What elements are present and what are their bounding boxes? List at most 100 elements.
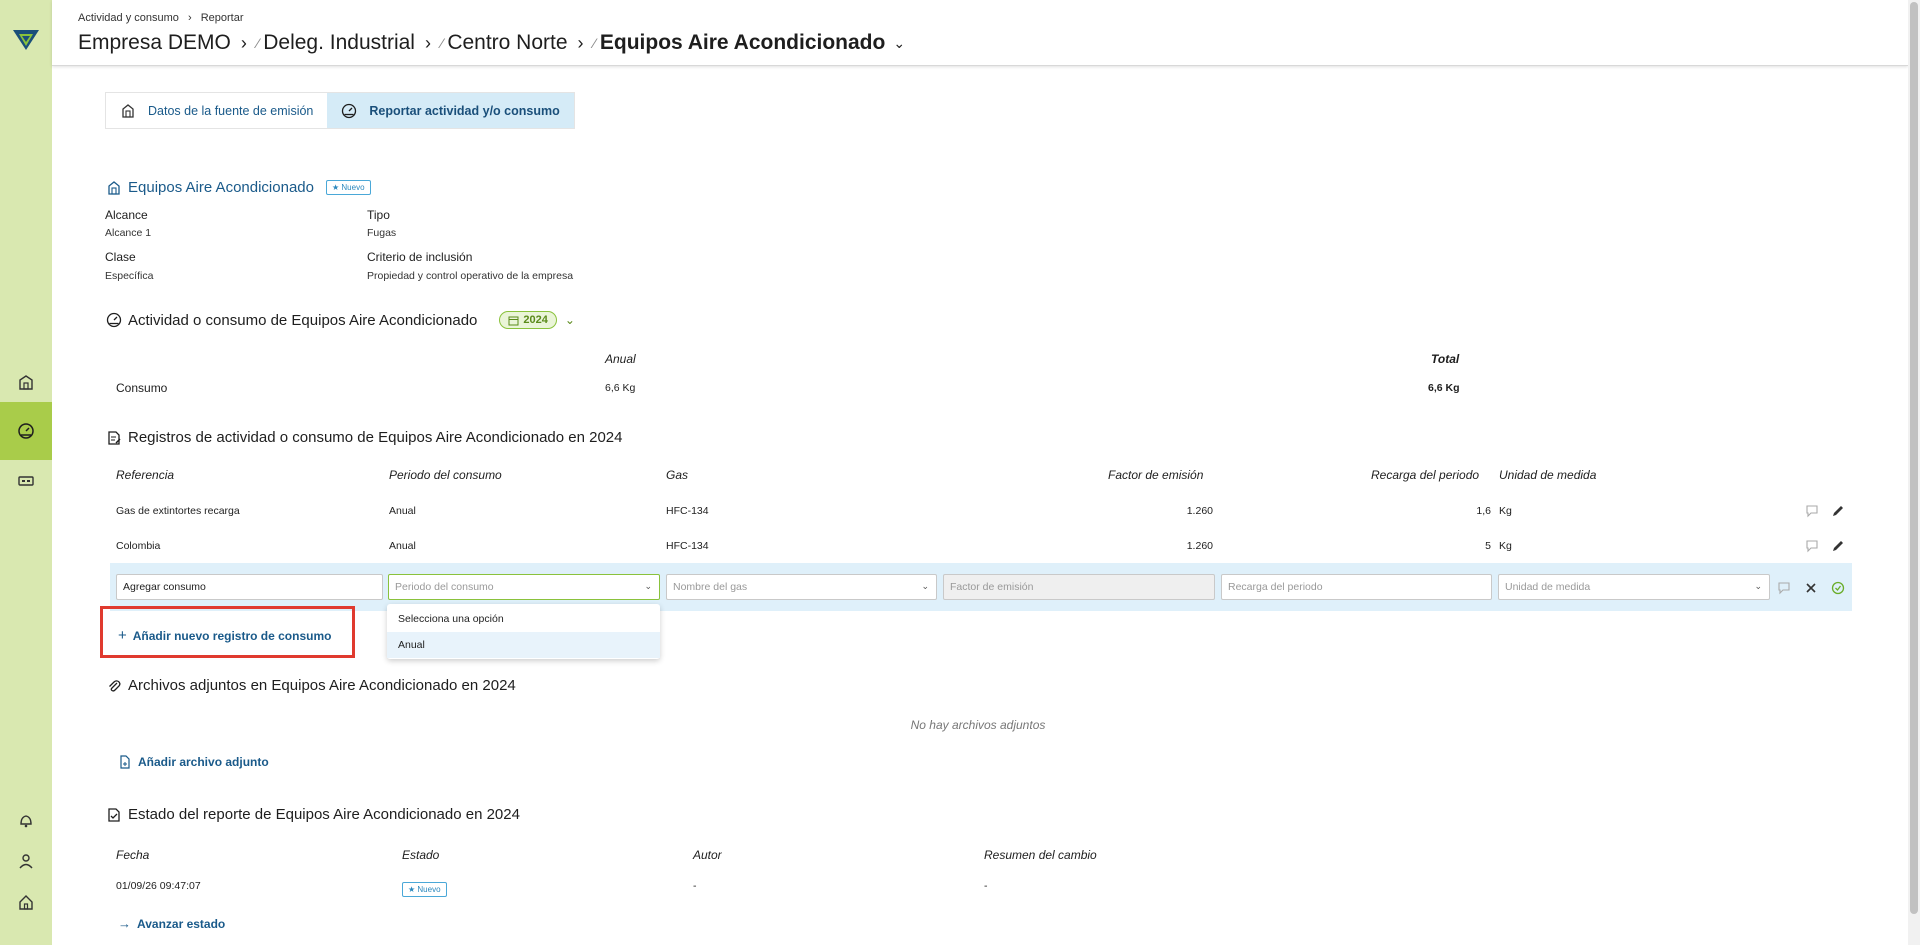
- year-value: 2024: [523, 314, 548, 326]
- status-title: Estado del reporte de Equipos Aire Acond…: [106, 806, 520, 823]
- alcance-value: Alcance 1: [105, 227, 152, 239]
- status-author: -: [693, 880, 697, 892]
- page-scrollbar[interactable]: [1908, 0, 1920, 945]
- records-title-text: Registros de actividad o consumo de Equi…: [128, 429, 623, 446]
- record-ref: Colombia: [116, 540, 161, 552]
- calendar-icon: [508, 316, 519, 325]
- pencil-icon[interactable]: [1831, 539, 1845, 553]
- gas-select[interactable]: Nombre del gas ⌄: [666, 574, 937, 600]
- unit-select[interactable]: Unidad de medida ⌄: [1498, 574, 1770, 600]
- bell-icon[interactable]: [0, 802, 52, 838]
- anual-value: 6,6 Kg: [605, 382, 636, 394]
- breadcrumb-small: Actividad y consumo › Reportar: [78, 12, 243, 24]
- status-badge: ★ Nuevo: [325, 180, 371, 195]
- tipo-label: Tipo: [367, 208, 390, 222]
- col-estado: Estado: [402, 848, 440, 862]
- home-icon[interactable]: [0, 884, 52, 920]
- recharge-input[interactable]: Recarga del periodo: [1221, 574, 1492, 600]
- option-anual[interactable]: Anual: [387, 632, 660, 658]
- status-state: ★ Nuevo: [402, 879, 447, 897]
- no-attachments-message: No hay archivos adjuntos: [910, 718, 1046, 732]
- period-select[interactable]: Periodo del consumo ⌄: [388, 574, 660, 600]
- plus-icon: +: [118, 627, 127, 644]
- check-circle-icon[interactable]: [1831, 581, 1845, 595]
- add-attachment-label: Añadir archivo adjunto: [138, 755, 269, 769]
- record-ref: Gas de extintortes recarga: [116, 505, 240, 517]
- clase-value: Específica: [105, 270, 154, 282]
- tab-label: Datos de la fuente de emisión: [148, 103, 314, 118]
- col-recarga: Recarga del periodo: [1371, 468, 1480, 482]
- attachments-title: Archivos adjuntos en Equipos Aire Acondi…: [106, 677, 516, 694]
- record-recarga: 5: [1485, 540, 1491, 552]
- total-value: 6,6 Kg: [1428, 382, 1460, 394]
- chevron-down-icon[interactable]: ⌄: [893, 35, 905, 52]
- col-factor: Factor de emisión: [1108, 468, 1204, 482]
- record-factor: 1.260: [1186, 505, 1213, 517]
- building-icon: [108, 180, 120, 195]
- breadcrumb-current: Reportar: [200, 12, 244, 24]
- status-summary: -: [984, 880, 988, 892]
- badge-label: Nuevo: [417, 885, 441, 894]
- sidebar-building-icon[interactable]: [0, 364, 52, 400]
- comment-icon[interactable]: [1805, 539, 1819, 553]
- sidebar-gauge-icon[interactable]: [0, 402, 52, 460]
- col-autor: Autor: [693, 848, 722, 862]
- breadcrumb-company[interactable]: Empresa DEMO: [78, 31, 231, 55]
- breadcrumb-delegation[interactable]: Deleg. Industrial: [263, 31, 415, 55]
- record-unidad: Kg: [1499, 540, 1512, 552]
- col-unidad: Unidad de medida: [1499, 468, 1597, 482]
- chevron-down-icon[interactable]: ⌄: [565, 313, 575, 327]
- comment-icon[interactable]: [1777, 581, 1791, 595]
- activity-title: Actividad o consumo de Equipos Aire Acon…: [106, 311, 575, 329]
- paperclip-icon: [109, 679, 121, 692]
- tab-source-data[interactable]: Datos de la fuente de emisión: [106, 93, 327, 128]
- col-total: Total: [1431, 352, 1460, 366]
- year-selector[interactable]: 2024: [499, 311, 557, 329]
- gas-placeholder: Nombre del gas: [673, 581, 748, 593]
- chevron-right-icon: ›: [187, 12, 192, 24]
- clase-label: Clase: [105, 250, 136, 264]
- file-add-icon: [120, 755, 130, 769]
- scrollbar-thumb[interactable]: [1910, 2, 1918, 914]
- option-placeholder[interactable]: Selecciona una opción: [387, 606, 660, 632]
- factor-input[interactable]: Factor de emisión: [943, 574, 1215, 600]
- add-attachment-button[interactable]: Añadir archivo adjunto: [118, 755, 269, 769]
- chevron-right-icon: ›: [240, 32, 247, 53]
- criterio-label: Criterio de inclusión: [367, 250, 473, 264]
- breadcrumb-center[interactable]: Centro Norte: [447, 31, 567, 55]
- breadcrumb-current-source[interactable]: Equipos Aire Acondicionado: [600, 31, 885, 55]
- slash-icon: ⁄: [256, 35, 260, 51]
- attachments-title-text: Archivos adjuntos en Equipos Aire Acondi…: [128, 677, 516, 694]
- tab-label: Reportar actividad y/o consumo: [369, 103, 560, 118]
- close-icon[interactable]: [1804, 581, 1818, 595]
- status-badge: ★ Nuevo: [402, 882, 447, 897]
- sidebar: [0, 0, 52, 945]
- sidebar-ticket-icon[interactable]: [0, 463, 52, 499]
- building-icon: [122, 103, 134, 118]
- factor-placeholder: Factor de emisión: [950, 581, 1034, 593]
- period-placeholder: Periodo del consumo: [395, 581, 494, 593]
- chevron-right-icon: ›: [577, 32, 584, 53]
- app-logo-icon[interactable]: [13, 28, 39, 52]
- status-title-text: Estado del reporte de Equipos Aire Acond…: [128, 806, 520, 823]
- advance-status-button[interactable]: → Avanzar estado: [118, 916, 225, 931]
- gauge-icon: [106, 312, 122, 328]
- tab-report-activity[interactable]: Reportar actividad y/o consumo: [327, 93, 574, 128]
- unit-placeholder: Unidad de medida: [1505, 581, 1591, 593]
- tipo-value: Fugas: [367, 227, 397, 239]
- user-icon[interactable]: [0, 843, 52, 879]
- breadcrumb: Empresa DEMO › ⁄ Deleg. Industrial › ⁄ C…: [78, 31, 905, 55]
- pencil-icon[interactable]: [1831, 504, 1845, 518]
- reference-input[interactable]: Agregar consumo: [116, 574, 383, 600]
- source-name: Equipos Aire Acondicionado: [128, 179, 314, 196]
- recharge-placeholder: Recarga del periodo: [1228, 581, 1323, 593]
- page-header: Actividad y consumo › Reportar Empresa D…: [52, 0, 1908, 66]
- source-title: Equipos Aire Acondicionado ★ Nuevo: [106, 179, 371, 196]
- comment-icon[interactable]: [1805, 504, 1819, 518]
- document-status-icon: [108, 807, 120, 822]
- col-anual: Anual: [605, 352, 636, 366]
- col-gas: Gas: [666, 468, 689, 482]
- breadcrumb-link[interactable]: Actividad y consumo: [78, 12, 179, 24]
- add-consumption-record-button[interactable]: + Añadir nuevo registro de consumo: [118, 627, 331, 644]
- col-referencia: Referencia: [116, 468, 175, 482]
